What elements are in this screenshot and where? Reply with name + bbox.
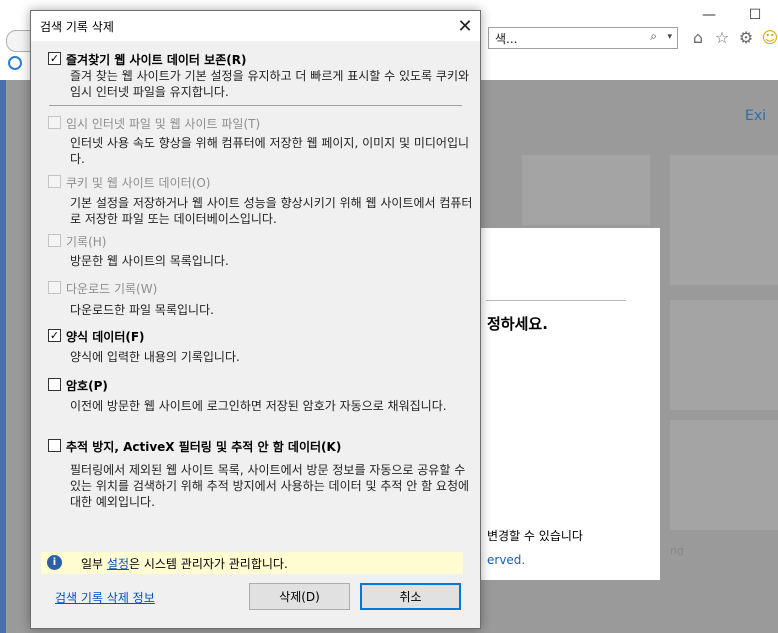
toolbar-icons: ⌂ ☆ ⚙ ☺	[688, 26, 778, 48]
option-description: 인터넷 사용 속도 향상을 위해 컴퓨터에 저장한 웹 페이지, 이미지 및 미…	[70, 136, 470, 166]
panel-divider	[486, 300, 626, 301]
checkbox	[48, 281, 61, 294]
checkbox	[48, 175, 61, 188]
info-suffix: 은 시스템 관리자가 관리합니다.	[129, 557, 288, 571]
checkbox[interactable]	[48, 378, 61, 391]
option-description: 이전에 방문한 웹 사이트에 로그인하면 저장된 암호가 자동으로 채워집니다.	[70, 399, 447, 413]
page-tile	[670, 300, 778, 410]
delete-browsing-history-dialog: 검색 기록 삭제 ✕ ✓ 즐겨찾기 웹 사이트 데이터 보존(R) 즐겨 찾는 …	[30, 10, 481, 629]
option-description: 다운로드한 파일 목록입니다.	[70, 303, 214, 317]
option-label: 암호(P)	[66, 379, 108, 393]
chevron-down-icon[interactable]: ▾	[667, 32, 672, 42]
checkbox	[48, 116, 61, 129]
page-tile	[670, 155, 778, 285]
option-description: 양식에 입력한 내용의 기록입니다.	[70, 350, 240, 364]
ie-favicon-icon	[8, 56, 22, 70]
faint-text: ng	[670, 544, 684, 557]
info-icon: i	[47, 555, 62, 570]
checkbox[interactable]: ✓	[48, 329, 61, 342]
back-button[interactable]	[6, 30, 32, 52]
option-label: 기록(H)	[66, 235, 107, 249]
checkbox[interactable]: ✓	[48, 52, 61, 65]
checkbox	[48, 234, 61, 247]
desktop-strip	[0, 80, 6, 633]
option-label: 다운로드 기록(W)	[66, 282, 158, 296]
address-bar[interactable]: 색... ⌕ ▾	[488, 27, 678, 49]
option-label: 추적 방지, ActiveX 필터링 및 추적 안 함 데이터(K)	[66, 440, 342, 454]
dialog-titlebar: 검색 기록 삭제 ✕	[31, 11, 480, 41]
info-prefix: 일부	[81, 557, 107, 571]
info-text: 일부 설정은 시스템 관리자가 관리합니다.	[81, 555, 288, 572]
favorites-star-icon[interactable]: ☆	[712, 26, 732, 48]
delete-button[interactable]: 삭제(D)	[249, 583, 350, 610]
admin-info-bar: i 일부 설정은 시스템 관리자가 관리합니다.	[41, 552, 463, 574]
page-tile	[670, 420, 778, 530]
option-description: 방문한 웹 사이트의 목록입니다.	[70, 254, 229, 268]
cancel-button[interactable]: 취소	[360, 583, 461, 610]
option-label: 쿠키 및 웹 사이트 데이터(O)	[66, 176, 211, 190]
panel-note: 변경할 수 있습니다	[487, 529, 583, 543]
option-label: 양식 데이터(F)	[66, 330, 145, 344]
settings-gear-icon[interactable]: ⚙	[736, 26, 756, 48]
separator	[49, 105, 462, 106]
panel-reserved-text: erved.	[487, 553, 526, 567]
smiley-feedback-icon[interactable]: ☺	[760, 26, 778, 48]
search-icon[interactable]: ⌕	[650, 29, 657, 44]
option-description: 즐겨 찾는 웹 사이트가 기본 설정을 유지하고 더 빠르게 표시할 수 있도록…	[70, 69, 470, 99]
home-icon[interactable]: ⌂	[688, 26, 708, 48]
about-history-link[interactable]: 검색 기록 삭제 정보	[55, 589, 155, 606]
option-description: 필터링에서 제외된 웹 사이트 목록, 사이트에서 방문 정보를 자동으로 공유…	[70, 463, 470, 509]
dialog-title: 검색 기록 삭제	[40, 20, 114, 34]
close-icon[interactable]: ✕	[450, 11, 480, 41]
option-description: 기본 설정을 저장하거나 웹 사이트 성능을 향상시키기 위해 웹 사이트에서 …	[70, 196, 473, 226]
checkbox[interactable]	[48, 439, 61, 452]
option-label: 임시 인터넷 파일 및 웹 사이트 파일(T)	[66, 117, 261, 131]
page-link[interactable]: Exi	[745, 108, 766, 124]
panel-heading: 정하세요.	[487, 315, 548, 333]
address-text: 색...	[495, 32, 518, 46]
page-tile	[522, 155, 650, 225]
settings-link[interactable]: 설정	[107, 557, 129, 571]
option-label: 즐겨찾기 웹 사이트 데이터 보존(R)	[66, 53, 247, 67]
